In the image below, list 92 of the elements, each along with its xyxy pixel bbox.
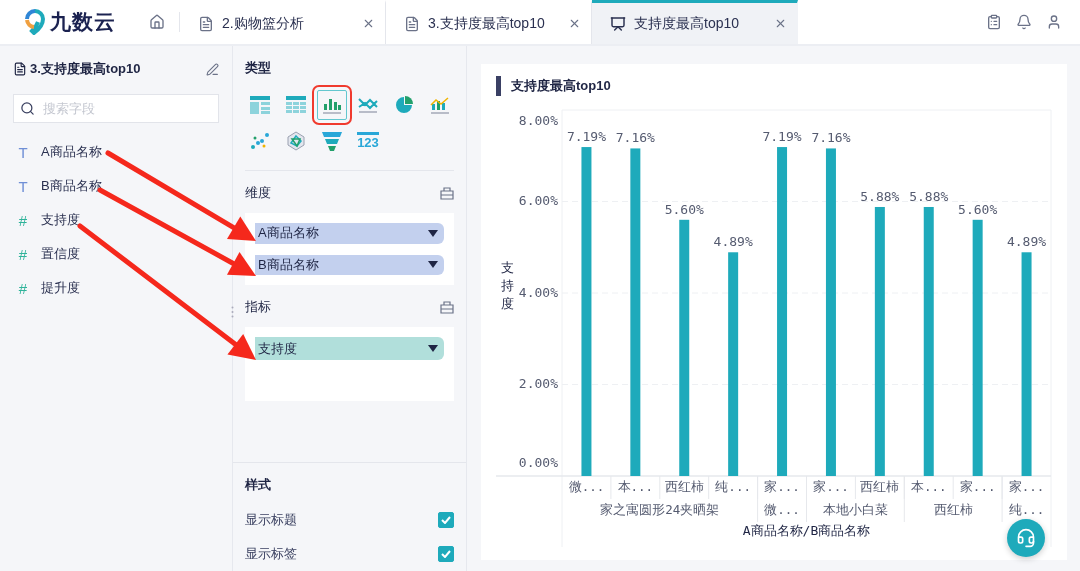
home-icon [148, 14, 165, 30]
logo-text: 九数云 [50, 9, 116, 35]
field-pill[interactable]: A商品名称 [255, 223, 444, 244]
title-accent-bar [496, 75, 501, 96]
field-type-mark: # [17, 279, 29, 297]
x-category-label: 本... [910, 478, 947, 494]
option-label: 显示标签 [245, 545, 297, 563]
search-field[interactable]: 搜索字段 [13, 94, 219, 123]
grid-table-icon [286, 96, 306, 114]
x-category-label: 家... [764, 478, 800, 494]
presentation-icon [610, 15, 626, 32]
logo-icon [24, 9, 46, 35]
x-category-label: 纯... [715, 478, 751, 494]
field-item[interactable]: 置信度 [41, 245, 80, 263]
checkbox[interactable] [438, 546, 454, 562]
check-icon [441, 516, 451, 524]
panel-title: 3.支持度最高top10 [30, 60, 142, 78]
check-icon [441, 550, 451, 558]
y-axis-title: 支持度 [500, 260, 514, 311]
field-item[interactable]: 支持度 [41, 211, 80, 229]
field-item[interactable]: 提升度 [41, 279, 80, 297]
option-label: 显示标题 [245, 511, 297, 529]
pie-chart-icon [394, 95, 414, 115]
tab[interactable]: 支持度最高top10 [592, 0, 798, 44]
clear-icon [440, 300, 454, 314]
checkbox[interactable] [438, 512, 454, 528]
user-icon[interactable] [1046, 14, 1062, 30]
field-item[interactable]: B商品名称 [41, 177, 102, 195]
caret-icon [428, 345, 438, 352]
x-axis-title: A商品名称/B商品名称 [742, 522, 871, 538]
caret-icon [428, 261, 438, 269]
close-icon[interactable] [774, 17, 787, 30]
section-title: 维度 [245, 184, 271, 202]
section-title: 指标 [245, 298, 271, 316]
bar-value-label: 7.16% [615, 130, 655, 146]
bar-value-label: 5.88% [860, 189, 900, 204]
y-tick-label: 2.00% [518, 376, 558, 391]
y-tick-label: 4.00% [518, 284, 558, 300]
x-group-label: 微... [764, 501, 800, 517]
document-icon [198, 15, 214, 32]
x-group-label: 西红柿 [933, 501, 973, 517]
clipboard-icon[interactable] [986, 14, 1002, 30]
bar-value-label: 5.60% [958, 201, 998, 217]
x-category-label: 家... [959, 478, 996, 494]
bar-value-label: 7.16% [811, 130, 851, 146]
bell-icon[interactable] [1016, 14, 1032, 30]
close-icon[interactable] [568, 17, 581, 30]
headset-icon [1016, 528, 1036, 548]
resize-handle[interactable] [231, 306, 234, 318]
field-pill[interactable]: B商品名称 [255, 254, 444, 275]
bar-chart-icon [322, 96, 342, 114]
field-pill[interactable]: 支持度 [255, 337, 444, 360]
document-icon [404, 15, 420, 32]
scatter-icon [250, 132, 270, 150]
field-item[interactable]: A商品名称 [41, 143, 102, 161]
x-category-label: 西红柿 [860, 478, 900, 494]
bar-value-label: 7.19% [762, 129, 802, 145]
y-tick-label: 0.00% [518, 454, 558, 470]
x-category-label: 家... [813, 478, 849, 494]
search-input[interactable]: 搜索字段 [41, 100, 205, 117]
x-group-label: 家之寓圆形24夹晒架 [600, 501, 720, 517]
chart-title: 支持度最高top10 [511, 76, 611, 95]
close-icon[interactable] [362, 17, 375, 30]
edit-icon[interactable] [206, 62, 219, 76]
bar-value-label: 4.89% [713, 234, 753, 250]
funnel-icon [322, 131, 342, 151]
search-icon [20, 101, 35, 116]
clear-icon [440, 186, 454, 200]
field-type-mark: # [17, 211, 29, 229]
table-icon [250, 96, 270, 114]
document-icon [13, 62, 27, 76]
x-group-label: 纯... [1008, 501, 1045, 517]
x-category-label: 本... [617, 478, 654, 494]
combo-chart-icon [430, 96, 450, 114]
y-tick-label: 8.00% [518, 112, 558, 128]
bar-value-label: 7.19% [566, 129, 606, 145]
x-category-label: 微... [568, 478, 605, 494]
radar-icon [286, 131, 306, 151]
field-type-mark: # [17, 245, 29, 263]
x-category-label: 西红柿 [664, 478, 704, 494]
y-tick-label: 6.00% [518, 193, 558, 208]
x-group-label: 本地小白菜 [822, 501, 888, 517]
bar-value-label: 5.88% [909, 189, 949, 204]
field-type-mark: T [17, 143, 29, 161]
line-chart-icon [358, 96, 378, 114]
section-title: 样式 [245, 476, 272, 494]
bar-value-label: 5.60% [664, 201, 704, 217]
x-category-label: 家... [1008, 478, 1045, 494]
field-type-mark: T [17, 177, 29, 195]
bar-value-label: 4.89% [1007, 234, 1047, 250]
caret-icon [428, 229, 438, 237]
section-title: 类型 [245, 59, 272, 77]
